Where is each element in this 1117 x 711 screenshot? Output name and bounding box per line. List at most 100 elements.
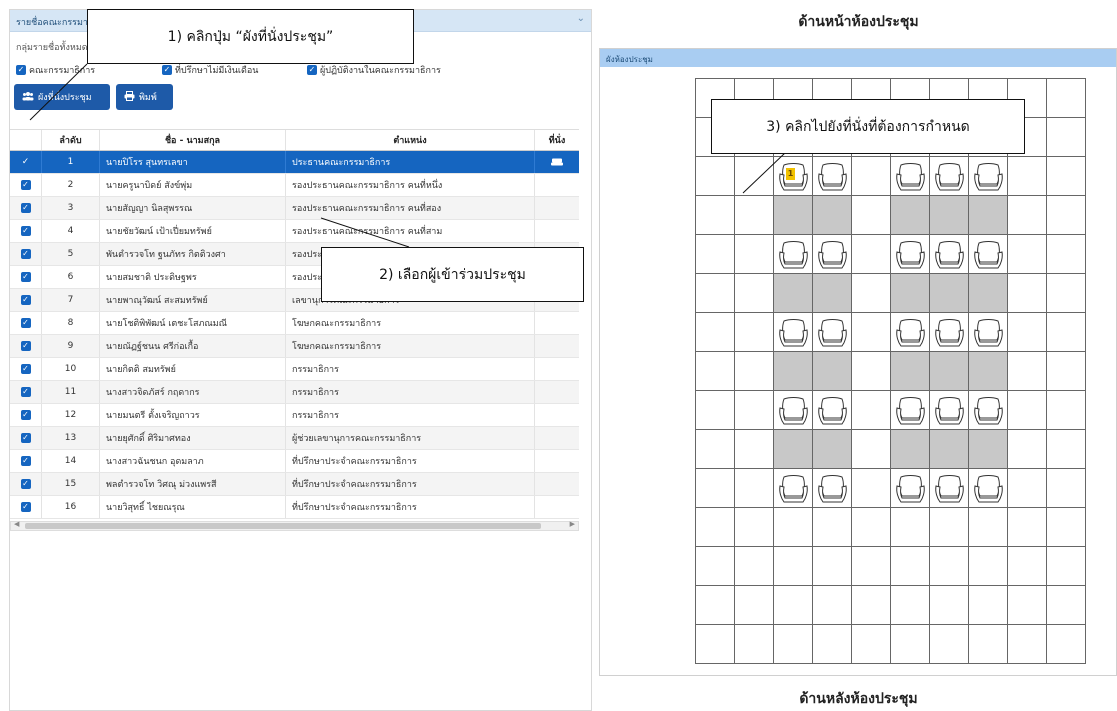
empty-cell[interactable] <box>735 508 774 547</box>
seat-cell[interactable] <box>969 235 1008 274</box>
checkbox-icon[interactable]: ✓ <box>162 65 172 75</box>
empty-cell[interactable] <box>1047 118 1086 157</box>
empty-cell[interactable] <box>696 469 735 508</box>
check-icon[interactable]: ✓ <box>22 157 30 167</box>
empty-cell[interactable] <box>852 625 891 664</box>
empty-cell[interactable] <box>891 508 930 547</box>
empty-cell[interactable] <box>735 430 774 469</box>
row-checkbox[interactable]: ✓ <box>10 174 42 196</box>
seat-cell[interactable]: 1 <box>774 157 813 196</box>
chevron-down-icon[interactable]: ⌄ <box>577 13 585 24</box>
row-checkbox[interactable]: ✓ <box>10 197 42 219</box>
checkbox-icon[interactable]: ✓ <box>16 65 26 75</box>
table-cell[interactable] <box>774 196 813 235</box>
empty-cell[interactable] <box>696 508 735 547</box>
checkbox-icon[interactable]: ✓ <box>307 65 317 75</box>
checkbox-icon[interactable]: ✓ <box>20 249 31 259</box>
empty-cell[interactable] <box>1047 547 1086 586</box>
row-checkbox[interactable]: ✓ <box>10 450 42 472</box>
empty-cell[interactable] <box>696 547 735 586</box>
empty-cell[interactable] <box>735 157 774 196</box>
table-row[interactable]: ✓ 15 พลตำรวจโท วิศณุ ม่วงแพรสี ที่ปรึกษาประ… <box>10 473 579 496</box>
seat-cell[interactable] <box>891 391 930 430</box>
table-cell[interactable] <box>774 430 813 469</box>
print-button[interactable]: พิมพ์ <box>116 84 173 110</box>
seat-cell[interactable] <box>891 469 930 508</box>
checkbox-icon[interactable]: ✓ <box>20 318 31 328</box>
seat-cell[interactable] <box>774 235 813 274</box>
seat-cell[interactable] <box>813 235 852 274</box>
seat-cell[interactable] <box>891 235 930 274</box>
empty-cell[interactable] <box>735 391 774 430</box>
empty-cell[interactable] <box>813 547 852 586</box>
empty-cell[interactable] <box>930 547 969 586</box>
empty-cell[interactable] <box>735 625 774 664</box>
empty-cell[interactable] <box>1008 391 1047 430</box>
empty-cell[interactable] <box>1047 586 1086 625</box>
row-checkbox[interactable]: ✓ <box>10 496 42 518</box>
filter-staff[interactable]: ✓ ผู้ปฏิบัติงานในคณะกรรมาธิการ <box>307 63 441 77</box>
empty-cell[interactable] <box>852 508 891 547</box>
table-cell[interactable] <box>813 196 852 235</box>
empty-cell[interactable] <box>1047 235 1086 274</box>
empty-cell[interactable] <box>696 625 735 664</box>
empty-cell[interactable] <box>735 196 774 235</box>
checkbox-icon[interactable]: ✓ <box>20 502 31 512</box>
table-cell[interactable] <box>774 274 813 313</box>
header-name[interactable]: ชื่อ - นามสกุล <box>100 130 286 150</box>
empty-cell[interactable] <box>735 313 774 352</box>
empty-cell[interactable] <box>852 547 891 586</box>
empty-cell[interactable] <box>1008 196 1047 235</box>
checkbox-icon[interactable]: ✓ <box>20 364 31 374</box>
row-checkbox[interactable]: ✓ <box>10 312 42 334</box>
filter-committee[interactable]: ✓ คณะกรรมาธิการ <box>16 63 95 77</box>
empty-cell[interactable] <box>852 352 891 391</box>
seat-cell[interactable] <box>813 469 852 508</box>
empty-cell[interactable] <box>696 352 735 391</box>
empty-cell[interactable] <box>735 352 774 391</box>
empty-cell[interactable] <box>696 430 735 469</box>
seat-cell[interactable] <box>930 235 969 274</box>
empty-cell[interactable] <box>1047 157 1086 196</box>
checkbox-icon[interactable]: ✓ <box>20 341 31 351</box>
empty-cell[interactable] <box>774 547 813 586</box>
table-cell[interactable] <box>969 274 1008 313</box>
empty-cell[interactable] <box>774 586 813 625</box>
seat-cell[interactable] <box>774 469 813 508</box>
table-row[interactable]: ✓ 11 นางสาวจิดภัสร์ กฤดากร กรรมาธิการ <box>10 381 579 404</box>
empty-cell[interactable] <box>1008 235 1047 274</box>
empty-cell[interactable] <box>891 586 930 625</box>
seat-cell[interactable] <box>813 157 852 196</box>
row-checkbox[interactable]: ✓ <box>10 335 42 357</box>
empty-cell[interactable] <box>1008 508 1047 547</box>
empty-cell[interactable] <box>1008 313 1047 352</box>
seat-cell[interactable] <box>774 391 813 430</box>
seat-cell[interactable] <box>813 391 852 430</box>
seat-cell[interactable] <box>774 313 813 352</box>
table-cell[interactable] <box>891 196 930 235</box>
seat-cell[interactable] <box>813 313 852 352</box>
filter-advisor[interactable]: ✓ ที่ปรึกษาไม่มีเงินเดือน <box>162 63 258 77</box>
checkbox-icon[interactable]: ✓ <box>20 272 31 282</box>
empty-cell[interactable] <box>1008 547 1047 586</box>
empty-cell[interactable] <box>930 586 969 625</box>
empty-cell[interactable] <box>891 547 930 586</box>
row-checkbox[interactable]: ✓ <box>10 151 42 173</box>
empty-cell[interactable] <box>696 313 735 352</box>
checkbox-icon[interactable]: ✓ <box>20 203 31 213</box>
table-row[interactable]: ✓ 13 นายยุศักดิ์ ศิริมาศทอง ผู้ช่วยเลขานุกา… <box>10 427 579 450</box>
seat-cell[interactable] <box>969 157 1008 196</box>
empty-cell[interactable] <box>735 586 774 625</box>
empty-cell[interactable] <box>1047 274 1086 313</box>
row-checkbox[interactable]: ✓ <box>10 473 42 495</box>
empty-cell[interactable] <box>1008 625 1047 664</box>
empty-cell[interactable] <box>813 508 852 547</box>
empty-cell[interactable] <box>969 508 1008 547</box>
table-cell[interactable] <box>891 352 930 391</box>
table-cell[interactable] <box>969 196 1008 235</box>
seat-cell[interactable] <box>930 157 969 196</box>
checkbox-icon[interactable]: ✓ <box>20 226 31 236</box>
seat-cell[interactable] <box>891 313 930 352</box>
empty-cell[interactable] <box>696 391 735 430</box>
empty-cell[interactable] <box>1008 586 1047 625</box>
